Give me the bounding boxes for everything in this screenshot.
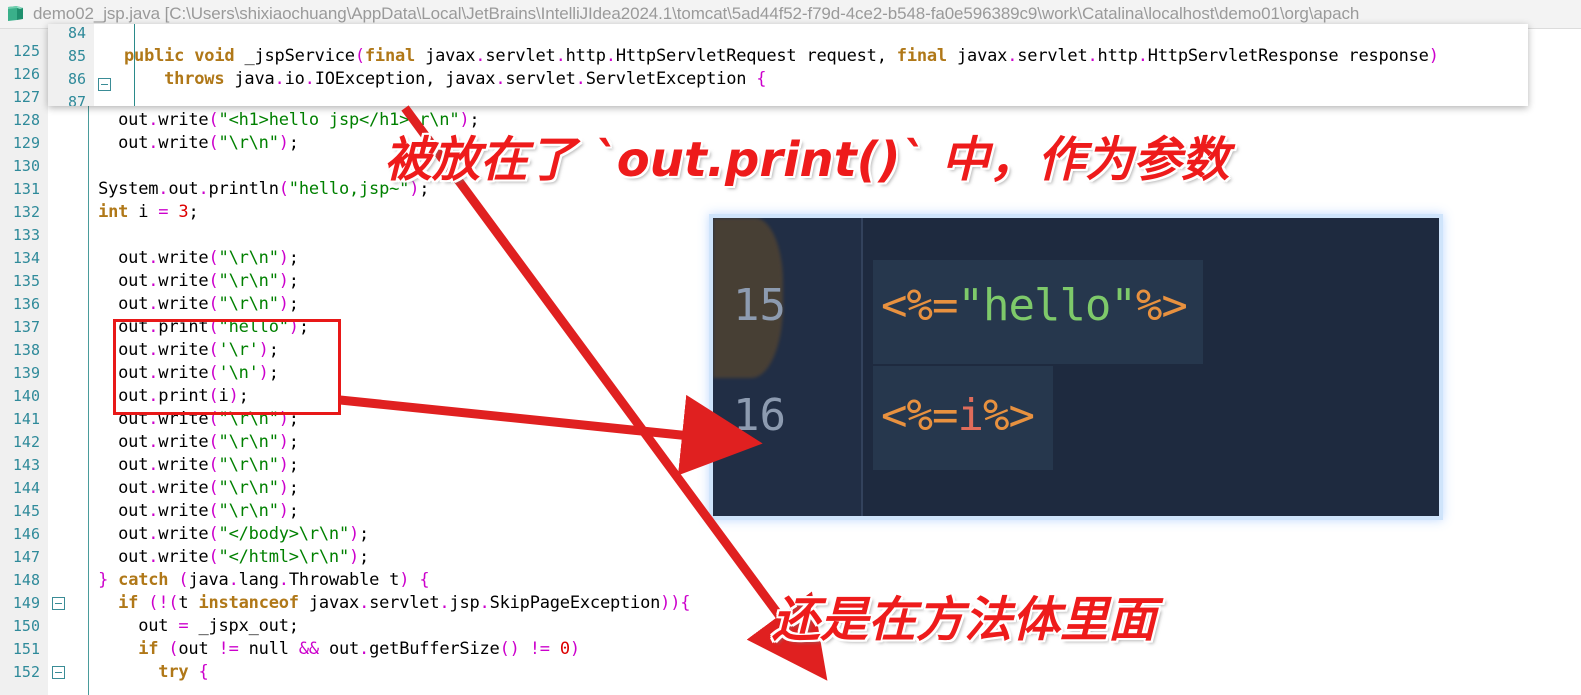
popup-code-line: 86 throws java.io.IOException, javax.ser… — [48, 68, 1528, 91]
inset-line-code: <%="hello"%> — [881, 280, 1188, 331]
inset-code-line: 16 <%=i%> — [713, 390, 1439, 476]
line-number: 142 — [12, 433, 40, 451]
fold-marker[interactable] — [52, 666, 65, 679]
line-number: 138 — [12, 341, 40, 359]
line-number: 147 — [12, 548, 40, 566]
line-code: System.out.println("hello,jsp~"); — [78, 179, 430, 199]
line-number: 132 — [12, 203, 40, 221]
line-code: if (out != null && out.getBufferSize() !… — [138, 639, 580, 659]
line-code: try { — [158, 662, 209, 682]
line-number: 150 — [12, 617, 40, 635]
line-code: out.write("\r\n"); — [78, 248, 299, 268]
line-number: 141 — [12, 410, 40, 428]
line-code: out.write("</body>\r\n"); — [78, 524, 370, 544]
method-signature-popup: 84 85 public void _jspService(final javax.… — [48, 24, 1528, 106]
line-number: 127 — [12, 88, 40, 106]
inset-code-line: 15 <%="hello"%> — [713, 280, 1439, 366]
jsp-source-inset-panel: 14 15 <%="hello"%> 16 <%=i%> — [709, 214, 1443, 520]
popup-line-number: 84 — [67, 24, 86, 42]
inset-code-line: 14 — [713, 214, 1439, 252]
window-title-text: demo02_jsp.java [C:\Users\shixiaochuang\… — [33, 4, 1360, 23]
line-number: 128 — [12, 111, 40, 129]
line-number: 143 — [12, 456, 40, 474]
line-number: 130 — [12, 157, 40, 175]
line-number: 136 — [12, 295, 40, 313]
line-number: 126 — [12, 65, 40, 83]
popup-code-line: 87 — [48, 91, 1528, 106]
line-number: 134 — [12, 249, 40, 267]
annotation-out-print: 被放在了 `out.print()` 中，作为参数 — [384, 132, 1230, 188]
line-code: out.write("\r\n"); — [78, 478, 299, 498]
inset-line-number: 15 — [733, 280, 786, 331]
line-code: out.write("\r\n"); — [78, 455, 299, 475]
popup-line-number: 86 — [67, 70, 86, 88]
line-number: 145 — [12, 502, 40, 520]
line-number: 140 — [12, 387, 40, 405]
code-line[interactable]: 146 out.write("</body>\r\n"); — [0, 523, 1581, 546]
line-code: } catch (java.lang.Throwable t) { — [98, 570, 430, 590]
annotation-method-body: 还是在方法体里面 — [772, 592, 1157, 648]
line-code: out.write("\r\n"); — [78, 294, 299, 314]
line-number: 146 — [12, 525, 40, 543]
line-number: 151 — [12, 640, 40, 658]
inset-line-code: <%=i%> — [881, 390, 1035, 441]
fold-marker[interactable] — [52, 597, 65, 610]
line-number: 148 — [12, 571, 40, 589]
popup-line-code: throws java.io.IOException, javax.servle… — [164, 69, 767, 89]
code-line[interactable]: 147 out.write("</html>\r\n"); — [0, 546, 1581, 569]
line-code: out.write("\r\n"); — [78, 432, 299, 452]
highlight-box-out-print — [113, 319, 341, 415]
line-code: int i = 3; — [98, 202, 199, 222]
line-code: out.write("\r\n"); — [78, 501, 299, 521]
popup-line-code: public void _jspService(final javax.serv… — [124, 46, 1439, 66]
intellij-file-icon — [6, 4, 26, 24]
line-number: 149 — [12, 594, 40, 612]
line-number: 125 — [12, 42, 40, 60]
popup-code-line: 85 public void _jspService(final javax.se… — [48, 45, 1528, 68]
code-line[interactable]: 152 try { — [0, 661, 1581, 684]
line-code: out.write("</html>\r\n"); — [78, 547, 370, 567]
line-code: out.write("\r\n"); — [78, 133, 299, 153]
line-number: 135 — [12, 272, 40, 290]
inset-line-number: 16 — [733, 390, 786, 441]
inset-line-number: 14 — [733, 214, 843, 217]
line-code: out.write("\r\n"); — [78, 271, 299, 291]
line-number: 131 — [12, 180, 40, 198]
line-code: out = _jspx_out; — [78, 616, 299, 636]
popup-line-number: 87 — [67, 93, 86, 106]
line-number: 137 — [12, 318, 40, 336]
line-number: 133 — [12, 226, 40, 244]
popup-line-number: 85 — [67, 47, 86, 65]
line-number: 152 — [12, 663, 40, 681]
popup-code-line: 84 — [48, 24, 1528, 45]
line-number: 129 — [12, 134, 40, 152]
line-code: if (!(t instanceof javax.servlet.jsp.Ski… — [118, 593, 691, 613]
line-number: 139 — [12, 364, 40, 382]
line-number: 144 — [12, 479, 40, 497]
